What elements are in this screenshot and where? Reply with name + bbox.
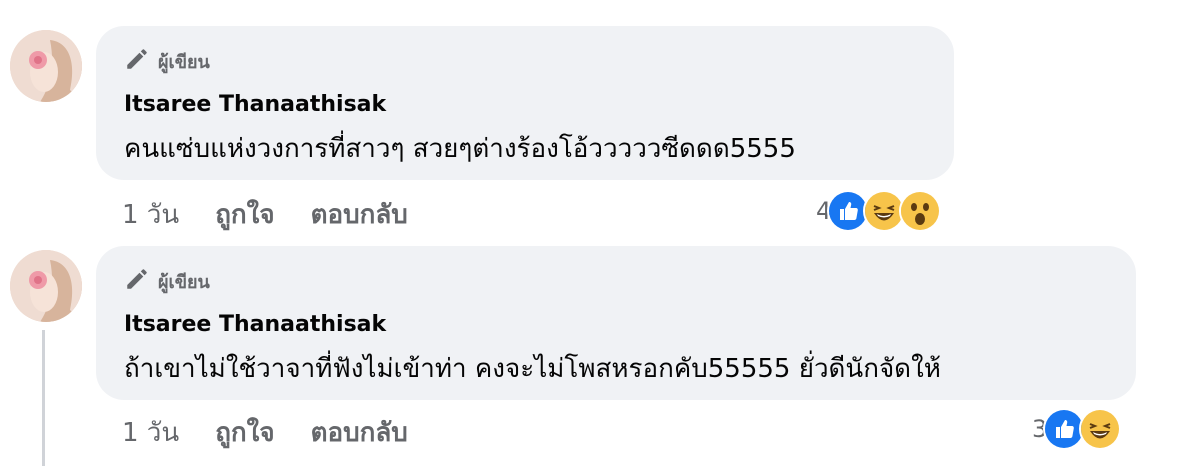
comment-actions: 1 วัน ถูกใจ ตอบกลับ <box>122 194 408 235</box>
laugh-emoji-icon <box>1079 408 1122 450</box>
thread-connector-line <box>42 330 45 466</box>
like-button[interactable]: ถูกใจ <box>215 194 274 235</box>
author-name[interactable]: Itsaree Thanaathisak <box>124 92 386 117</box>
timestamp-link[interactable]: 1 วัน <box>122 412 179 453</box>
comment-text: ถ้าเขาไม่ใช้วาจาที่ฟังไม่เข้าท่า คงจะไม่… <box>124 354 941 384</box>
avatar[interactable] <box>10 250 82 322</box>
author-badge-label: ผู้เขียน <box>158 272 210 293</box>
comment-text: คนแซ่บแห่งวงการที่สาวๆ สวยๆต่างร้องโอ้วว… <box>124 134 796 164</box>
reply-button[interactable]: ตอบกลับ <box>311 412 408 453</box>
pencil-icon <box>124 46 150 77</box>
author-badge-label: ผู้เขียน <box>158 52 210 73</box>
reply-button[interactable]: ตอบกลับ <box>311 194 408 235</box>
reactions-summary[interactable]: 4 <box>816 190 942 232</box>
avatar[interactable] <box>10 30 82 102</box>
pencil-icon <box>124 266 150 297</box>
comment-bubble: ผู้เขียน Itsaree Thanaathisak ถ้าเขาไม่ใ… <box>96 246 1136 400</box>
author-name[interactable]: Itsaree Thanaathisak <box>124 312 386 337</box>
reactions-summary[interactable]: 3 <box>1032 408 1122 450</box>
comment-actions: 1 วัน ถูกใจ ตอบกลับ <box>122 412 408 453</box>
wow-emoji-icon <box>899 190 942 232</box>
author-badge: ผู้เขียน <box>124 266 210 297</box>
timestamp-link[interactable]: 1 วัน <box>122 194 179 235</box>
comment-bubble: ผู้เขียน Itsaree Thanaathisak คนแซ่บแห่ง… <box>96 26 954 180</box>
author-badge: ผู้เขียน <box>124 46 210 77</box>
like-button[interactable]: ถูกใจ <box>215 412 274 453</box>
